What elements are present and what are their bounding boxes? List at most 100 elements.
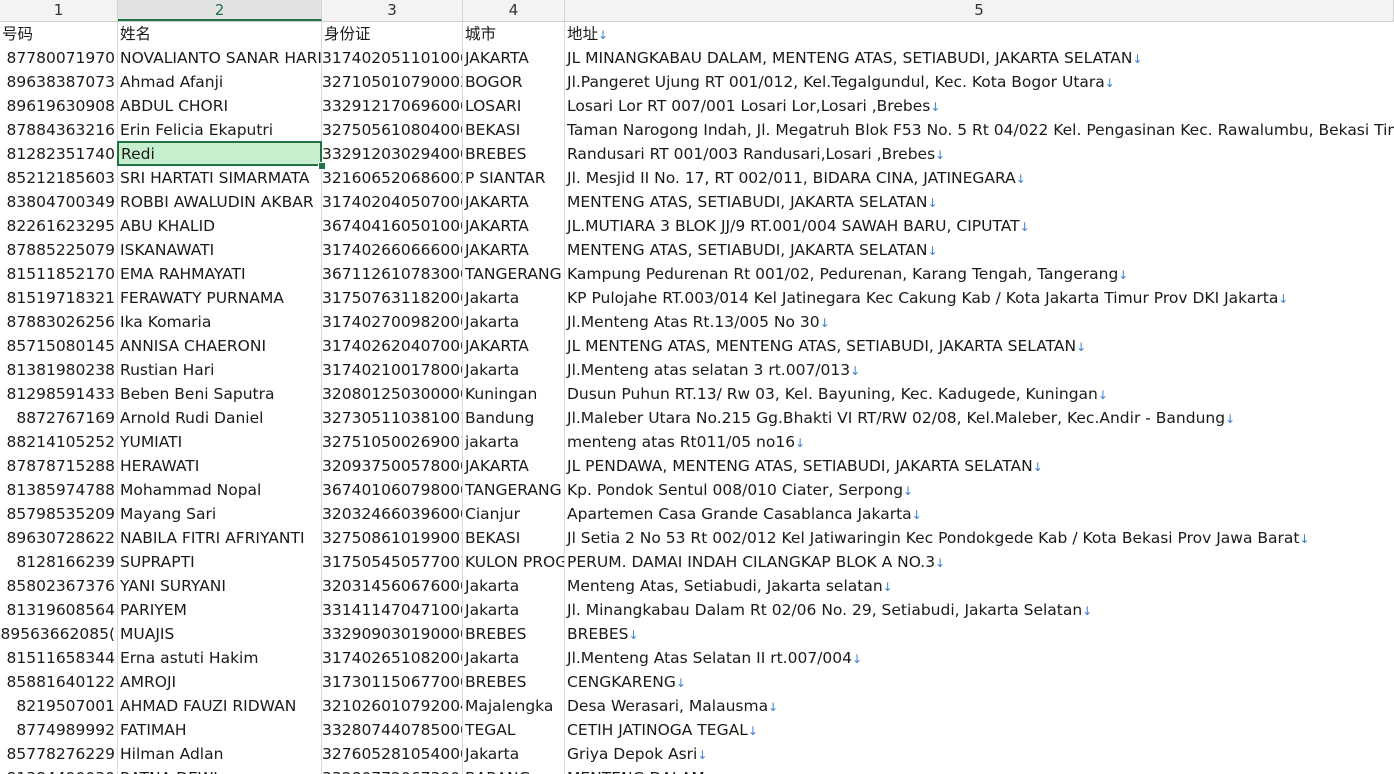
cell-col-4[interactable]: Cianjur [463, 502, 565, 526]
cell-col-2[interactable]: MUAJIS [118, 622, 322, 646]
header-cell-3[interactable]: 身份证 [322, 22, 463, 46]
cell-col-5[interactable]: Apartemen Casa Grande Casablanca Jakarta… [565, 502, 1394, 526]
cell-col-2[interactable]: Hilman Adlan [118, 742, 322, 766]
cell-col-4[interactable]: TANGERANG [463, 478, 565, 502]
cell-col-3[interactable]: 3329090301900001 [322, 622, 463, 646]
cell-col-5[interactable]: MENTENG ATAS, SETIABUDI, JAKARTA SELATAN… [565, 190, 1394, 214]
cell-col-3[interactable]: 3329121706960001 [322, 94, 463, 118]
cell-col-5[interactable]: JL.MUTIARA 3 BLOK JJ/9 RT.001/004 SAWAH … [565, 214, 1394, 238]
cell-col-4[interactable]: BOGOR [463, 70, 565, 94]
cell-col-3[interactable]: 3174020405070001 [322, 190, 463, 214]
cell-col-4[interactable]: P SIANTAR [463, 166, 565, 190]
cell-col-2[interactable]: NABILA FITRI AFRIYANTI [118, 526, 322, 550]
cell-col-3[interactable]: 3314114704710001 [322, 598, 463, 622]
cell-col-1[interactable]: 81511852170 [0, 262, 118, 286]
cell-col-5[interactable]: BREBES↓ [565, 622, 1394, 646]
cell-col-4[interactable]: BEKASI [463, 118, 565, 142]
cell-col-4[interactable]: Jakarta [463, 574, 565, 598]
cell-col-1[interactable]: 85778276229 [0, 742, 118, 766]
cell-col-4[interactable]: Jakarta [463, 310, 565, 334]
cell-col-3[interactable]: 3275056108040001 [322, 118, 463, 142]
cell-col-2[interactable]: HERAWATI [118, 454, 322, 478]
cell-col-2[interactable]: EMA RAHMAYATI [118, 262, 322, 286]
cell-col-3[interactable]: 3203246603960001 [322, 502, 463, 526]
cell-col-3[interactable]: 3671126107830001 [322, 262, 463, 286]
cell-col-1[interactable]: 85798535209 [0, 502, 118, 526]
header-cell-1[interactable]: 号码 [0, 22, 118, 46]
cell-col-5[interactable]: Desa Werasari, Malausma↓ [565, 694, 1394, 718]
cell-col-1[interactable]: 89638387073 [0, 70, 118, 94]
cell-col-1[interactable]: 87885225079 [0, 238, 118, 262]
cell-col-1[interactable]: 85881640122 [0, 670, 118, 694]
cell-col-2[interactable]: FATIMAH [118, 718, 322, 742]
cell-col-3[interactable]: 3208012503000001 [322, 382, 463, 406]
header-cell-4[interactable]: 城市 [463, 22, 565, 46]
cell-col-2[interactable]: RATNA DEWI [118, 766, 322, 774]
cell-col-5[interactable]: MENTENG ATAS, SETIABUDI, JAKARTA SELATAN… [565, 238, 1394, 262]
cell-col-1[interactable]: 85212185603 [0, 166, 118, 190]
cell-col-3[interactable]: 3328077206730001 [322, 766, 463, 774]
cell-col-2[interactable]: ROBBI AWALUDIN AKBAR [118, 190, 322, 214]
cell-col-2[interactable]: Ika Komaria [118, 310, 322, 334]
cell-col-1[interactable]: 81519718321 [0, 286, 118, 310]
cell-col-4[interactable]: Majalengka [463, 694, 565, 718]
cell-col-4[interactable]: Jakarta [463, 358, 565, 382]
cell-col-1[interactable]: 8219507001 [0, 694, 118, 718]
cell-col-5[interactable]: PERUM. DAMAI INDAH CILANGKAP BLOK A NO.3… [565, 550, 1394, 574]
cell-col-3[interactable]: 3209375005780001 [322, 454, 463, 478]
cell-col-5[interactable]: Jl.Menteng atas selatan 3 rt.007/013↓ [565, 358, 1394, 382]
cell-col-1[interactable]: 83804700349 [0, 190, 118, 214]
cell-col-2[interactable]: FERAWATY PURNAMA [118, 286, 322, 310]
cell-col-5[interactable]: Kampung Pedurenan Rt 001/02, Pedurenan, … [565, 262, 1394, 286]
cell-col-3[interactable]: 3173011506770001 [322, 670, 463, 694]
cell-col-3[interactable]: 3271050107900031 [322, 70, 463, 94]
cell-col-5[interactable]: Jl.Menteng Atas Selatan II rt.007/004↓ [565, 646, 1394, 670]
cell-col-1[interactable]: 8128166239 [0, 550, 118, 574]
cell-col-5[interactable]: Dusun Puhun RT.13/ Rw 03, Kel. Bayuning,… [565, 382, 1394, 406]
cell-col-4[interactable]: BREBES [463, 622, 565, 646]
cell-col-5[interactable]: JL PENDAWA, MENTENG ATAS, SETIABUDI, JAK… [565, 454, 1394, 478]
column-header-4[interactable]: 4 [463, 0, 565, 21]
cell-col-3[interactable]: 3175054505770010 [322, 550, 463, 574]
cell-col-4[interactable]: JAKARTA [463, 46, 565, 70]
cell-col-5[interactable]: Jl.Pangeret Ujung RT 001/012, Kel.Tegalg… [565, 70, 1394, 94]
cell-col-3[interactable]: 3174027009820001 [322, 310, 463, 334]
cell-col-2[interactable]: Mohammad Nopal [118, 478, 322, 502]
cell-col-5[interactable]: Jl.Menteng Atas Rt.13/005 No 30↓ [565, 310, 1394, 334]
cell-col-4[interactable]: BEKASI [463, 526, 565, 550]
cell-col-4[interactable]: TEGAL [463, 718, 565, 742]
cell-col-4[interactable]: Jakarta [463, 598, 565, 622]
cell-col-2[interactable]: ABDUL CHORI [118, 94, 322, 118]
cell-col-5[interactable]: Jl Setia 2 No 53 Rt 002/012 Kel Jatiwari… [565, 526, 1394, 550]
cell-col-1[interactable]: 85802367376 [0, 574, 118, 598]
cell-col-5[interactable]: Menteng Atas, Setiabudi, Jakarta selatan… [565, 574, 1394, 598]
cell-col-3[interactable]: 3175076311820001 [322, 286, 463, 310]
cell-col-5[interactable]: Jl. Mesjid II No. 17, RT 002/011, BIDARA… [565, 166, 1394, 190]
cell-col-2[interactable]: AHMAD FAUZI RIDWAN [118, 694, 322, 718]
cell-col-3[interactable]: 3674041605010001 [322, 214, 463, 238]
cell-col-1[interactable]: 81384490030 [0, 766, 118, 774]
cell-col-5[interactable]: KP Pulojahe RT.003/014 Kel Jatinegara Ke… [565, 286, 1394, 310]
cell-col-3[interactable]: 3674010607980001 [322, 478, 463, 502]
column-header-5[interactable]: 5 [565, 0, 1394, 21]
header-cell-5[interactable]: 地址↓ [565, 22, 1394, 46]
cell-col-5[interactable]: Kp. Pondok Sentul 008/010 Ciater, Serpon… [565, 478, 1394, 502]
cell-col-2[interactable]: Erin Felicia Ekaputri [118, 118, 322, 142]
cell-col-5[interactable]: MENTENG DALAM↓ [565, 766, 1394, 774]
cell-col-3[interactable]: 3275105002690010 [322, 430, 463, 454]
cell-col-3[interactable]: 3174026204070001 [322, 334, 463, 358]
cell-col-1[interactable]: 81511658344 [0, 646, 118, 670]
cell-col-3[interactable]: 3328074407850001 [322, 718, 463, 742]
column-header-3[interactable]: 3 [322, 0, 463, 21]
cell-col-3[interactable]: 3203145606760001 [322, 574, 463, 598]
cell-col-1[interactable]: 8872767169 [0, 406, 118, 430]
column-header-2[interactable]: 2 [118, 0, 322, 21]
cell-col-3[interactable]: 3276052810540001 [322, 742, 463, 766]
cell-col-4[interactable]: BREBES [463, 670, 565, 694]
cell-col-4[interactable]: JAKARTA [463, 334, 565, 358]
cell-col-2[interactable]: ABU KHALID [118, 214, 322, 238]
cell-col-3[interactable]: 3329120302940001 [322, 142, 463, 166]
spreadsheet[interactable]: 12345 号码 姓名 身份证 城市 地址↓ 87780071970 NOVALIANTO … [0, 0, 1394, 774]
cell-col-5[interactable]: Randusari RT 001/003 Randusari,Losari ,B… [565, 142, 1394, 166]
cell-col-5[interactable]: CETIH JATINOGA TEGAL↓ [565, 718, 1394, 742]
